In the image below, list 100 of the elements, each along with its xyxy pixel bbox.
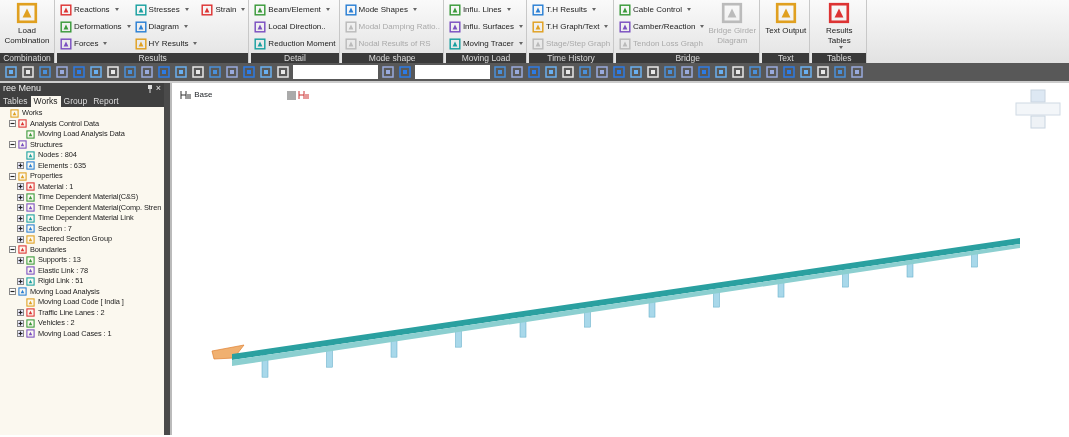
expand-icon[interactable] (17, 214, 24, 222)
ribbon-group-label: Bridge (616, 53, 760, 63)
collapse-icon[interactable] (9, 141, 16, 149)
toolbar-icon[interactable] (850, 65, 864, 79)
expand-icon[interactable] (17, 235, 24, 243)
ribbon-large-button[interactable]: Load Combination (3, 2, 51, 46)
expand-icon[interactable] (17, 277, 24, 285)
ribbon-icon (619, 37, 632, 50)
tree-icon (26, 203, 35, 213)
toolbar-icon[interactable] (4, 65, 18, 79)
tree-icon (26, 213, 35, 223)
ribbon-button[interactable]: Forces (60, 36, 131, 51)
ribbon-button[interactable]: Cable Control (619, 2, 705, 17)
ribbon-button[interactable]: Deformations (60, 19, 131, 34)
ribbon-button[interactable]: Strain (201, 2, 246, 17)
ribbon-icon (134, 20, 147, 33)
ribbon-button[interactable]: Reactions (60, 2, 131, 17)
ribbon-button[interactable]: Stresses (134, 2, 198, 17)
expand-icon[interactable] (17, 204, 24, 212)
axis-icon (297, 90, 310, 100)
ribbon-icon (60, 3, 72, 16)
ribbon-icon (448, 20, 461, 33)
collapse-icon[interactable] (9, 172, 16, 180)
tree-icon (26, 150, 35, 160)
tree-icon (18, 119, 27, 129)
toolbar-icon[interactable] (714, 65, 728, 79)
panel-tab[interactable]: Tables (0, 96, 31, 107)
toolbar-icon[interactable] (799, 65, 813, 79)
ribbon-icon (532, 3, 545, 16)
tree-icon (26, 266, 35, 276)
ribbon-icon (344, 3, 357, 16)
toolbar-icon[interactable] (765, 65, 779, 79)
ribbon-button[interactable]: Camber/Reaction (619, 19, 705, 34)
toolbar-icon[interactable] (174, 65, 188, 79)
tree-icon (18, 171, 27, 181)
tree-icon (26, 276, 35, 286)
ribbon-icon (619, 3, 632, 16)
expand-icon[interactable] (17, 193, 24, 201)
ribbon-icon (134, 3, 147, 16)
ribbon-icon (619, 20, 632, 33)
toolbar-icon[interactable] (259, 65, 273, 79)
ribbon-button[interactable]: Beam/Element (254, 2, 336, 17)
ribbon-icon (60, 37, 72, 50)
ribbon-icon (254, 37, 267, 50)
expand-icon[interactable] (17, 319, 24, 327)
ribbon-button[interactable]: Local Direction.. (254, 19, 336, 34)
panel-tab[interactable]: Works (30, 96, 61, 107)
ribbon-icon (134, 37, 147, 50)
ribbon-button[interactable]: Influ. Lines (448, 2, 524, 17)
ribbon-group-label: Detail (251, 53, 339, 63)
tree-icon (26, 318, 35, 328)
ribbon-icon (254, 3, 267, 16)
toolbar-icon[interactable] (140, 65, 154, 79)
toolbar-icon[interactable] (544, 65, 558, 79)
expand-icon[interactable] (17, 183, 24, 191)
toolbar-icon[interactable] (55, 65, 69, 79)
toolbar-icon[interactable] (381, 65, 395, 79)
close-button[interactable]: × (155, 82, 161, 96)
ribbon-icon (60, 20, 72, 33)
collapse-icon[interactable] (9, 288, 16, 296)
ribbon-button[interactable]: Influ. Surfaces (448, 19, 524, 34)
tree-icon (26, 161, 35, 171)
toolbar-icon[interactable] (225, 65, 239, 79)
ribbon-icon (532, 37, 545, 50)
ribbon-button[interactable]: T.H Graph/Text (532, 19, 611, 34)
ribbon-icon (774, 2, 797, 24)
ribbon-button[interactable]: Moving Tracer (448, 36, 524, 51)
panel-tab[interactable]: Group (60, 96, 91, 107)
ribbon-button[interactable]: Mode Shapes (344, 2, 440, 17)
collapse-icon[interactable] (9, 120, 16, 128)
input-field[interactable] (293, 65, 378, 79)
toolbar-icon[interactable] (629, 65, 643, 79)
toolbar-icon[interactable] (89, 65, 103, 79)
ribbon-group-label: Combination (0, 53, 54, 63)
ribbon-group-label: Mode shape (341, 53, 443, 63)
tree-icon (10, 108, 19, 118)
toolbar-icon[interactable] (595, 65, 609, 79)
expand-icon[interactable] (17, 162, 24, 170)
ribbon-large-button[interactable]: Results Tables (815, 2, 864, 49)
collapse-icon[interactable] (9, 246, 16, 254)
expand-icon[interactable] (17, 330, 24, 338)
ribbon-button[interactable]: T.H Results (532, 2, 611, 17)
ribbon-button[interactable]: Diagram (134, 19, 198, 34)
pin-icon[interactable] (147, 85, 154, 93)
expand-icon[interactable] (17, 256, 24, 264)
toolbar-icon[interactable] (510, 65, 524, 79)
toolbar-icon[interactable] (680, 65, 694, 79)
ribbon-button[interactable]: Reduction Moment (254, 36, 336, 51)
expand-icon[interactable] (17, 309, 24, 317)
expand-icon[interactable] (17, 225, 24, 233)
ribbon-icon (828, 2, 851, 24)
base-level-label: Base (194, 89, 214, 101)
ribbon-large-button[interactable]: Text Output (765, 2, 807, 36)
tree-icon (26, 224, 35, 234)
input-field[interactable] (415, 65, 490, 79)
ribbon-icon (448, 37, 461, 50)
ribbon-button[interactable]: HY Results (134, 36, 198, 51)
dropdown-button[interactable] (286, 90, 296, 100)
panel-tab[interactable]: Report (90, 96, 122, 107)
tree-icon (26, 329, 35, 339)
